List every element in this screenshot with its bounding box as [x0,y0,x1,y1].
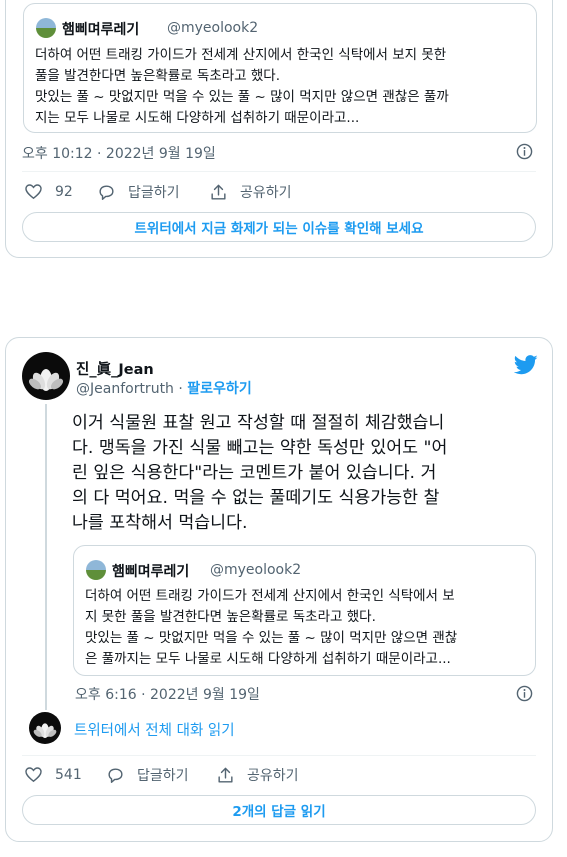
share-icon [218,767,233,783]
share-button[interactable]: 공유하기 [209,182,292,202]
quoted-tweet-text: 더하여 어떤 트래킹 가이드가 전세계 산지에서 한국인 식탁에서 보 지 못한… [85,588,458,667]
reply-label: 답글하기 [137,768,189,784]
follow-button[interactable]: 팔로우하기 [187,381,251,397]
quoted-author-name: 햄삐며루레기 [112,564,190,580]
author-name[interactable]: 진_眞_Jean [76,358,154,379]
tweet-card-1: 햄삐며루레기 @myeolook2 더하여 어떤 트래킹 가이드가 전세계 산지… [5,0,553,258]
lotus-icon [33,723,57,738]
tweet-timestamp[interactable]: 오후 10:12 · 2022년 9월 19일 [22,143,216,163]
reply-button[interactable]: 답글하기 [106,765,189,785]
thread-avatar[interactable] [29,712,61,744]
lotus-icon [28,369,64,391]
quoted-author-handle: @myeolook2 [210,562,302,578]
quoted-tweet[interactable]: 햄삐며루레기 @myeolook2 더하여 어떤 트래킹 가이드가 전세계 산지… [73,545,536,676]
info-icon[interactable] [516,143,533,160]
trending-topics-button[interactable]: 트위터에서 지금 화제가 되는 이슈를 확인해 보세요 [22,212,536,242]
tweet-card-2: 진_眞_Jean @Jeanfortruth · 팔로우하기 이거 식물원 표찰… [5,337,553,842]
separator: · [178,381,183,397]
twitter-logo-icon[interactable] [514,355,538,375]
like-button[interactable]: 541 [24,765,82,784]
like-count: 92 [55,183,73,200]
quoted-author-avatar [86,560,106,580]
reply-icon [99,184,114,200]
reply-label: 답글하기 [128,185,180,201]
heart-icon [25,184,42,200]
share-icon [211,184,226,200]
quoted-tweet-text: 더하여 어떤 트래킹 가이드가 전세계 산지에서 한국인 식탁에서 보지 못한 … [35,47,449,126]
divider [22,171,536,172]
quoted-tweet[interactable]: 햄삐며루레기 @myeolook2 더하여 어떤 트래킹 가이드가 전세계 산지… [23,3,537,133]
share-label: 공유하기 [240,185,292,201]
like-button[interactable]: 92 [24,182,73,201]
quoted-author-handle: @myeolook2 [167,20,259,36]
author-handle-row: @Jeanfortruth · 팔로우하기 [76,378,252,398]
author-handle[interactable]: @Jeanfortruth [76,381,174,397]
reply-button[interactable]: 답글하기 [97,182,180,202]
author-avatar[interactable] [22,352,70,400]
share-button[interactable]: 공유하기 [216,765,299,785]
read-full-conversation-link[interactable]: 트위터에서 전체 대화 읽기 [74,719,235,740]
quoted-author-name: 햄삐며루레기 [62,22,140,38]
tweet-timestamp[interactable]: 오후 6:16 · 2022년 9월 19일 [75,684,260,704]
reply-icon [108,767,123,783]
quoted-author-avatar [36,18,56,38]
heart-icon [25,767,42,783]
tweet-text: 이거 식물원 표찰 원고 작성할 때 절절히 체감했습니 다. 맹독을 가진 식… [72,413,448,533]
read-replies-button[interactable]: 2개의 답글 읽기 [22,795,536,825]
info-icon[interactable] [516,685,533,702]
like-count: 541 [55,766,82,783]
share-label: 공유하기 [247,768,299,784]
thread-line [45,404,47,710]
divider [22,755,536,756]
